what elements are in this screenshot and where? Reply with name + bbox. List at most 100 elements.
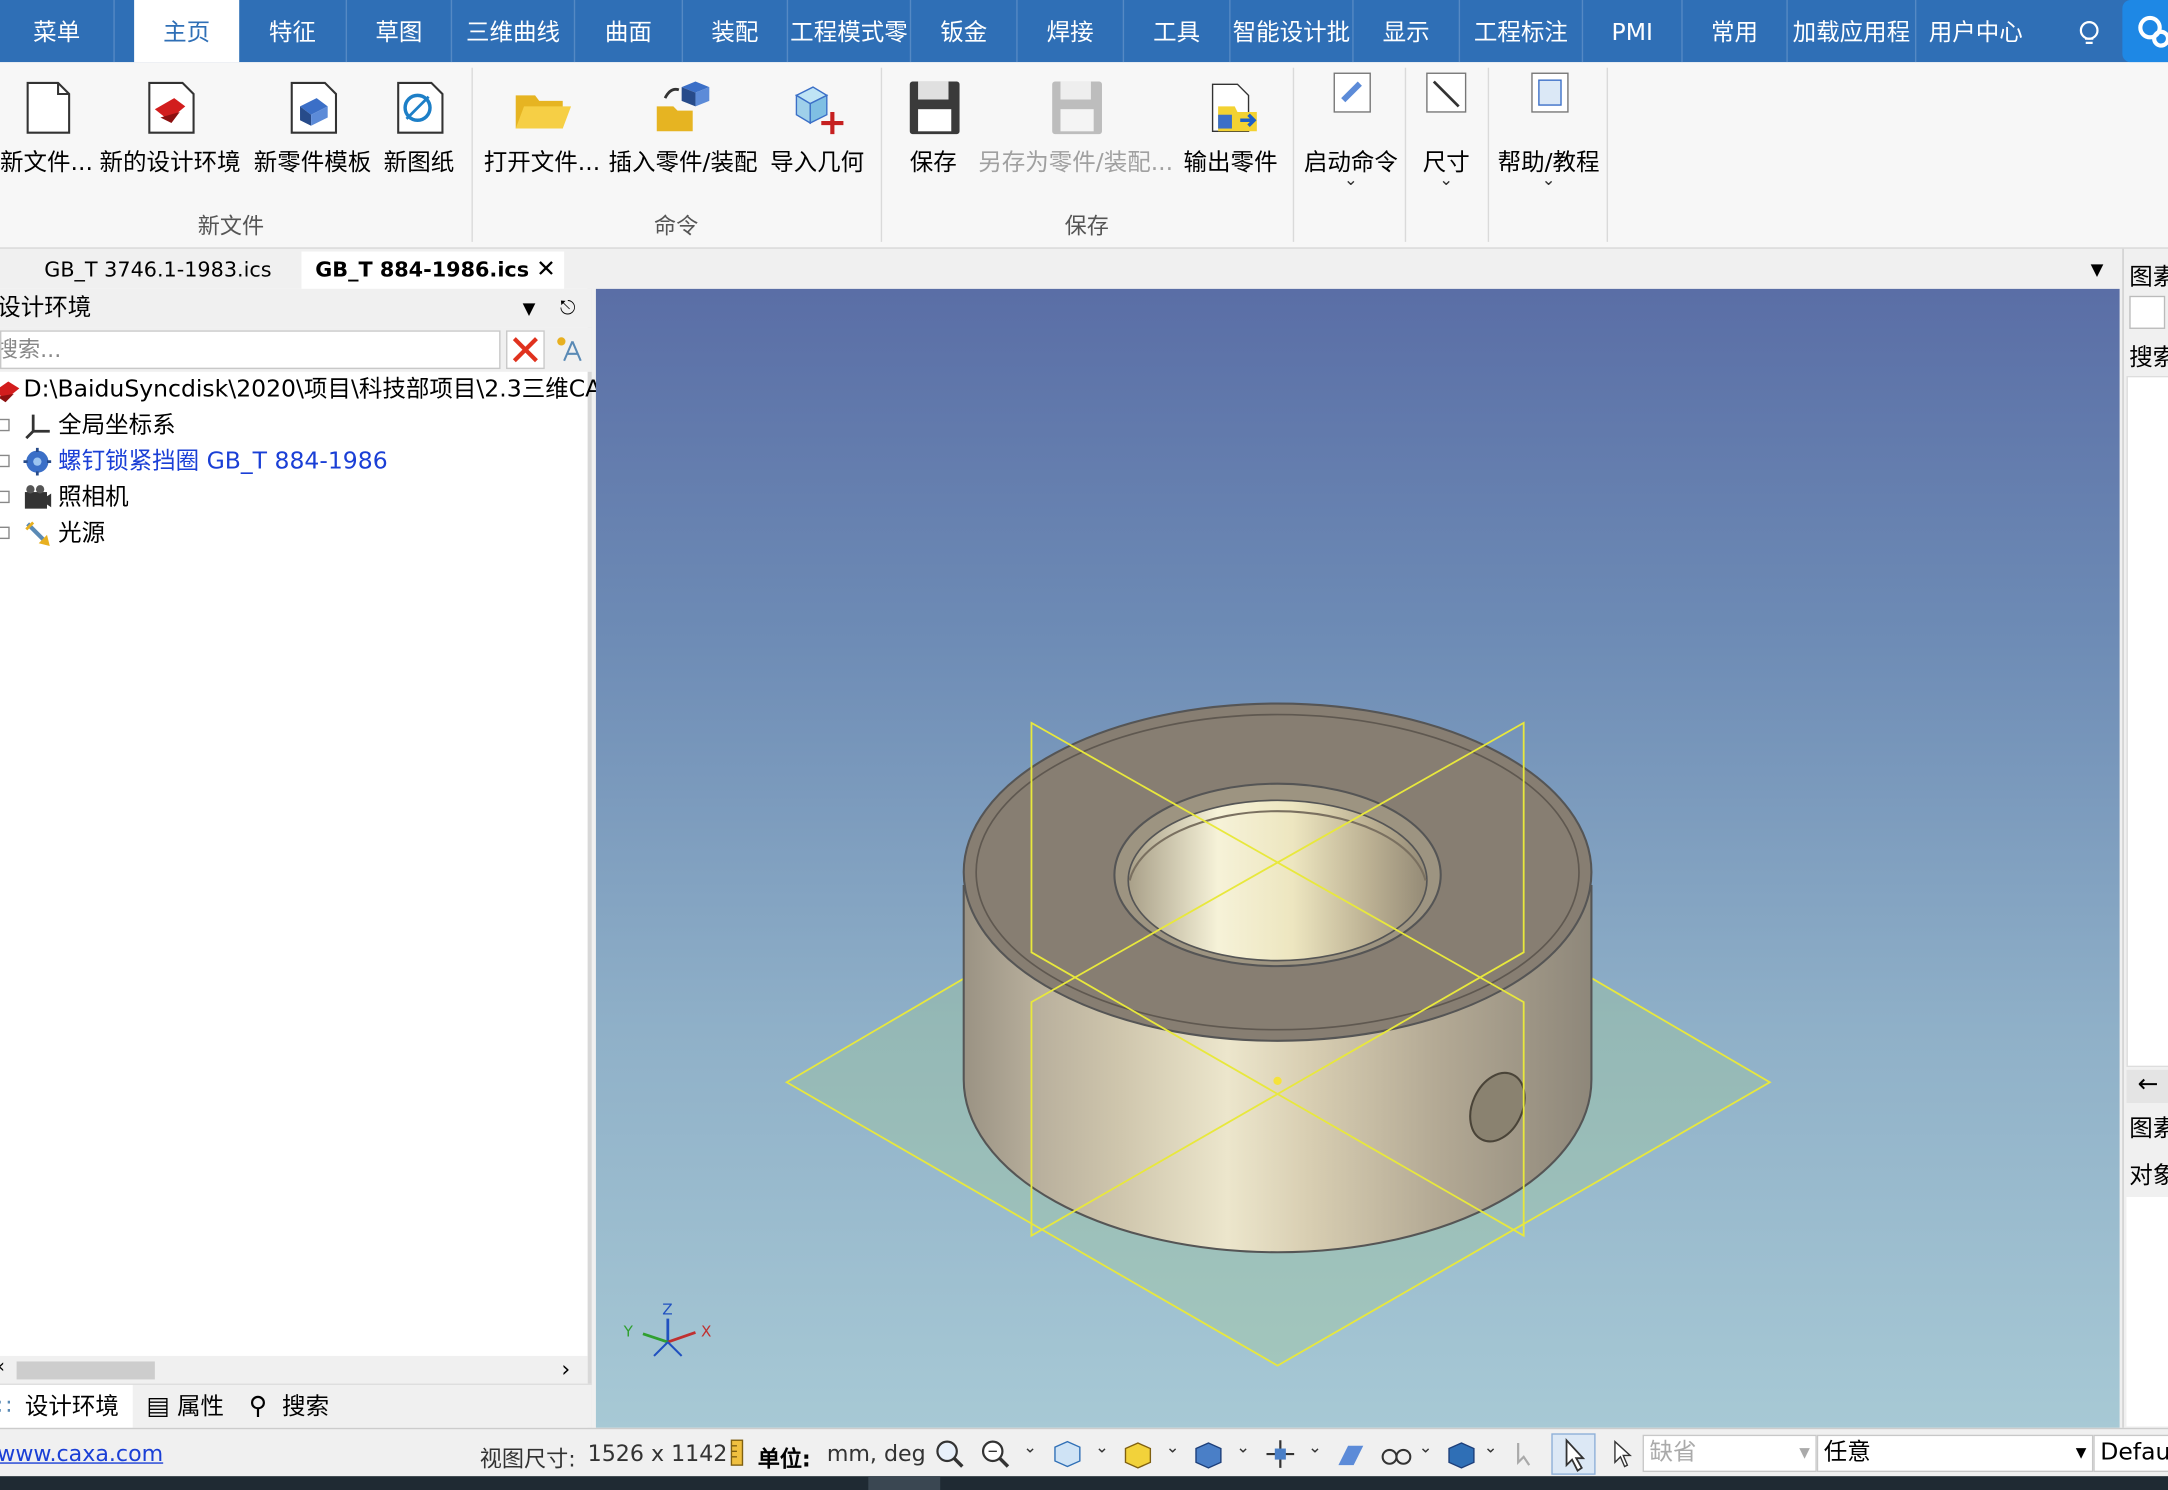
chevron-down-icon[interactable]: ⌄ [1484, 1437, 1498, 1456]
lightbulb-icon[interactable] [2071, 17, 2107, 53]
tab-engineering-mode[interactable]: 工程模式零 [788, 0, 912, 63]
tab-sheet-metal[interactable]: 钣金 [911, 0, 1018, 63]
properties-icon: ▤ [146, 1391, 171, 1421]
chevron-left-icon[interactable]: ‹ [0, 1356, 5, 1378]
chevron-down-icon[interactable]: ⌄ [1236, 1437, 1250, 1456]
insert-part-icon [651, 76, 715, 140]
expand-icon[interactable] [0, 490, 10, 504]
tab-menu[interactable]: 菜单 [0, 0, 115, 63]
right-tab-elements[interactable]: 图素 [2129, 1109, 2168, 1143]
bore-hole[interactable] [1127, 799, 1428, 962]
account-icon[interactable] [2122, 0, 2168, 63]
tab-feature[interactable]: 特征 [239, 0, 348, 63]
arrow-left-icon[interactable]: ← [2126, 1069, 2168, 1103]
chevron-down-icon[interactable]: ⌄ [1166, 1437, 1180, 1456]
select-pointer-button[interactable] [1551, 1433, 1596, 1475]
triad-z-label: Z [662, 1300, 672, 1318]
tab-tools[interactable]: 工具 [1124, 0, 1231, 63]
axis-triad: Z X Y [623, 1300, 711, 1357]
expand-icon[interactable] [0, 454, 10, 468]
pan-icon[interactable] [1264, 1437, 1297, 1470]
caxa-link[interactable]: www.caxa.com [0, 1440, 163, 1466]
new-file-icon [14, 76, 78, 140]
zoom-icon[interactable] [979, 1437, 1012, 1470]
view-size-label: 视图尺寸: [479, 1445, 576, 1473]
render-mode-icon[interactable] [1334, 1437, 1367, 1470]
tab-common[interactable]: 常用 [1683, 0, 1788, 63]
start-command-button[interactable]: 启动命令 ⌄ [1297, 62, 1405, 249]
layout-icon[interactable] [2129, 295, 2166, 329]
doc-tab-gbt884[interactable]: GB_T 884-1986.ics ✕ [301, 251, 565, 289]
tab-properties[interactable]: ▤ 属性 [144, 1385, 244, 1429]
filter-select-any[interactable]: 任意 ▼ [1816, 1434, 2094, 1473]
tab-pmi[interactable]: PMI [1583, 0, 1683, 63]
design-env-icon [0, 375, 22, 405]
triad-y-label: Y [623, 1323, 634, 1341]
ribbon: 新文件... 新的设计环境 新零件模板 新图纸 新文件 打开文件... 插入零件… [0, 62, 2168, 249]
tab-sketch[interactable]: 草图 [347, 0, 453, 63]
ribbon-divider [1292, 67, 1295, 242]
ribbon-divider [1606, 67, 1609, 242]
tree-search-input[interactable]: 搜索... [0, 330, 501, 370]
panel-bottom-tabs: ∷ 设计环境 ▤ 属性 ⚲ 搜索 [0, 1383, 592, 1430]
undo-select-icon[interactable] [1510, 1437, 1543, 1470]
box-select-icon[interactable] [1121, 1437, 1154, 1470]
clear-search-icon[interactable] [506, 330, 545, 370]
help-tutorial-button[interactable]: 帮助/教程 ⌄ [1490, 62, 1606, 249]
chevron-down-icon[interactable]: ⌄ [1308, 1437, 1322, 1456]
tab-home[interactable]: 主页 [134, 0, 240, 63]
zoom-fit-icon[interactable] [933, 1437, 966, 1470]
chevron-down-icon[interactable]: ⌄ [1095, 1437, 1109, 1456]
tab-3d-curve[interactable]: 三维曲线 [452, 0, 576, 63]
tab-load-app[interactable]: 加载应用程 [1788, 0, 1917, 63]
tab-welding[interactable]: 焊接 [1018, 0, 1125, 63]
tab-smart-design[interactable]: 智能设计批 [1231, 0, 1354, 63]
right-panel-title: 图素 [2129, 263, 2168, 292]
tab-annotation[interactable]: 工程标注 [1460, 0, 1584, 63]
shade-cube-icon[interactable] [1445, 1437, 1478, 1470]
tab-user-center[interactable]: 用户中心 [1916, 0, 2035, 62]
view-orient-icon[interactable] [1051, 1437, 1084, 1470]
scrollbar-thumb[interactable] [16, 1361, 155, 1380]
tab-design-env[interactable]: ∷ 设计环境 [0, 1384, 133, 1430]
horizontal-scrollbar[interactable]: ‹ › [0, 1355, 588, 1384]
filter-select-default[interactable]: 缺省 ▼ [1642, 1434, 1817, 1473]
glasses-icon[interactable] [1380, 1437, 1413, 1470]
chevron-down-icon: ⌄ [1343, 170, 1358, 190]
chevron-down-icon[interactable]: ⌄ [1023, 1437, 1037, 1456]
panel-title: 设计环境 [0, 294, 92, 323]
save-as-icon [1044, 76, 1108, 140]
expand-icon[interactable] [0, 526, 10, 540]
expand-icon[interactable] [0, 418, 10, 432]
chevron-right-icon[interactable]: › [561, 1356, 570, 1382]
3d-viewport[interactable]: Z X Y [595, 288, 2120, 1428]
cube-view-icon[interactable] [1192, 1437, 1225, 1470]
pointer-icon[interactable] [1607, 1437, 1640, 1470]
right-panel-search[interactable]: 搜索 [2129, 337, 2168, 372]
origin-point[interactable] [1273, 1076, 1282, 1086]
filter-tree-icon[interactable] [553, 333, 586, 366]
tab-overflow-icon[interactable]: ▼ [2091, 260, 2104, 279]
chevron-down-icon[interactable]: ⌄ [1419, 1437, 1433, 1456]
pin-icon[interactable]: ⎋ [560, 289, 575, 328]
close-icon[interactable]: ✕ [536, 252, 556, 289]
dimension-button[interactable]: 尺寸 ⌄ [1408, 62, 1485, 249]
tab-display[interactable]: 显示 [1354, 0, 1461, 63]
right-tab-objects[interactable]: 对象 [2129, 1156, 2168, 1190]
design-env-icon [138, 76, 202, 140]
help-book-icon [1517, 68, 1581, 132]
doc-tab-gbt3746[interactable]: GB_T 3746.1-1983.ics [30, 252, 285, 289]
tab-search[interactable]: ⚲ 搜索 [246, 1385, 357, 1429]
tab-assembly[interactable]: 装配 [683, 0, 789, 63]
taskbar-strip [0, 1476, 2168, 1490]
ribbon-divider [1487, 67, 1490, 242]
part-template-icon [281, 76, 345, 140]
tree-search-bar: 搜索... [0, 327, 592, 372]
ribbon-tab-bar: 菜单 主页 特征 草图 三维曲线 曲面 装配 工程模式零 钣金 焊接 工具 智能… [0, 0, 2168, 63]
part-icon [22, 446, 52, 476]
tab-surface[interactable]: 曲面 [575, 0, 684, 63]
dropdown-icon[interactable]: ▼ [523, 289, 536, 328]
filter-select-style[interactable]: Default [2093, 1434, 2168, 1473]
group-label-save: 保存 [1064, 212, 1109, 240]
view-size-value: 1526 x 1142 [587, 1440, 728, 1467]
